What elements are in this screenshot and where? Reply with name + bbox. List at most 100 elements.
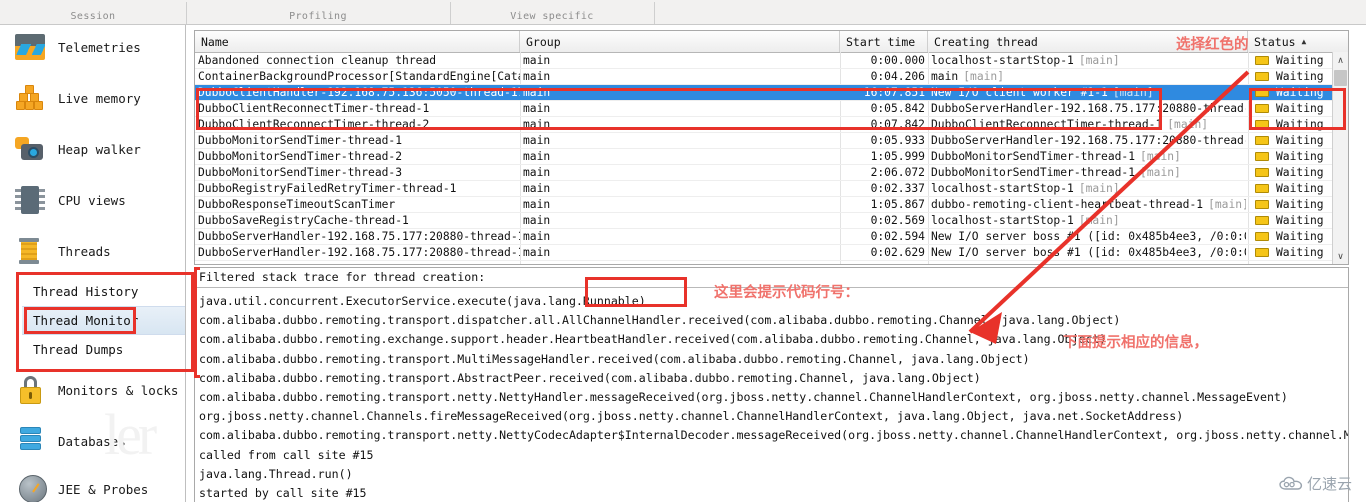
cell-thread-group: main [523, 246, 551, 259]
table-row[interactable]: DubboServerHandler-192.168.75.177:20880-… [195, 229, 1348, 245]
column-header-label: Status [1254, 34, 1296, 49]
stack-trace-line[interactable]: com.alibaba.dubbo.remoting.exchange.supp… [199, 330, 1106, 348]
annotation-line-number: 这里会提示代码行号： [714, 285, 859, 301]
stack-trace-line[interactable]: com.alibaba.dubbo.remoting.transport.net… [199, 426, 1348, 444]
stack-trace-line[interactable]: started by call site #15 [199, 484, 367, 502]
table-row[interactable]: DubboMonitorSendTimer-thread-3 main 2:06.0… [195, 165, 1348, 181]
stack-trace-line[interactable]: com.alibaba.dubbo.remoting.transport.net… [199, 388, 1288, 406]
jee-probes-icon [14, 472, 48, 502]
creating-thread-group: [main] [1140, 166, 1181, 179]
status-waiting-swatch-icon [1255, 184, 1269, 193]
sidebar-item-thread-history[interactable]: Thread History [22, 277, 185, 306]
table-row[interactable]: DubboMonitorSendTimer-thread-2 main 1:05.9… [195, 149, 1348, 165]
status-waiting-swatch-icon [1255, 104, 1269, 113]
monitors-locks-icon [14, 373, 48, 407]
sidebar-item-databases[interactable]: Databases [0, 416, 185, 466]
column-header-name[interactable]: Name [195, 31, 520, 52]
cell-thread-name: DubboServerHandler-192.168.75.177:20880-… [198, 230, 520, 243]
sidebar-item-thread-dumps[interactable]: Thread Dumps [22, 335, 185, 364]
sidebar-subitem-label: Thread History [33, 284, 139, 299]
sidebar-item-heap-walker[interactable]: Heap walker [0, 124, 185, 174]
creating-thread-name: DubboServerHandler-192.168.75.177:20880-… [931, 102, 1246, 115]
cell-start-time: 0:02.337 [870, 182, 925, 195]
toolbar-section-session[interactable]: Session [0, 0, 186, 24]
sidebar-item-telemetries[interactable]: Telemetries [0, 22, 185, 72]
status-label: Waiting [1276, 230, 1324, 243]
cell-creating-thread: main [main] [931, 69, 1246, 85]
cell-start-time: 1:05.999 [870, 150, 925, 163]
status-label: Waiting [1276, 214, 1324, 227]
cell-start-time: 0:02.594 [870, 230, 925, 243]
cell-thread-name: DubboClientReconnectTimer-thread-1 [198, 102, 430, 115]
creating-thread-group: [main] [1167, 118, 1209, 131]
cell-creating-thread: localhost-startStop-1 [main] [931, 213, 1246, 229]
sidebar-item-jee-probes[interactable]: JEE & Probes [0, 464, 185, 502]
toolbar-section-view-specific[interactable]: View specific [450, 0, 654, 24]
table-row[interactable]: DubboClientReconnectTimer-thread-1 main 0:… [195, 101, 1348, 117]
table-row[interactable]: DubboServerHandler-192.168.75.177:20880-… [195, 245, 1348, 261]
cell-thread-name: DubboServerHandler-192.168.75.177:20880-… [198, 246, 520, 259]
column-header-label: Name [201, 34, 229, 49]
cell-start-time: 0:05.933 [870, 134, 925, 147]
stack-trace-line[interactable]: com.alibaba.dubbo.remoting.transport.dis… [199, 311, 1120, 329]
stack-trace-line[interactable]: com.alibaba.dubbo.remoting.transport.Abs… [199, 369, 981, 387]
cell-thread-name: DubboMonitorSendTimer-thread-1 [198, 134, 403, 147]
ghost-watermark: ler [104, 402, 157, 467]
sidebar-item-threads[interactable]: Threads [0, 226, 185, 276]
scroll-down-icon[interactable]: ∨ [1333, 248, 1348, 264]
creating-thread-group: [main] [1208, 198, 1246, 211]
status-label: Waiting [1276, 246, 1324, 259]
annotation-select-red-status: 选择红色的 [1176, 37, 1249, 53]
status-label: Waiting [1276, 70, 1324, 83]
creating-thread-name: DubboClientReconnectTimer-thread-1 [931, 118, 1163, 131]
toolbar-section-profiling[interactable]: Profiling [186, 0, 450, 24]
sidebar-subitem-label: Thread Dumps [33, 342, 124, 357]
column-header-status[interactable]: Status ▲ [1248, 31, 1348, 52]
toolbar-separator [654, 2, 655, 24]
table-row[interactable]: DubboRegistryFailedRetryTimer-thread-1 ma… [195, 181, 1348, 197]
cell-status: Waiting [1251, 213, 1341, 229]
sidebar-item-monitors-locks[interactable]: Monitors & locks [0, 365, 185, 415]
creating-thread-group: [main] [963, 70, 1005, 83]
table-row[interactable]: Abandoned connection cleanup thread main 0… [195, 53, 1348, 69]
cell-creating-thread: DubboMonitorSendTimer-thread-1 [main] [931, 165, 1246, 181]
cell-thread-name: DubboClientHandler-192.168.75.136:5050-t… [198, 86, 520, 99]
threads-icon [14, 234, 48, 268]
cell-thread-group: main [523, 70, 551, 83]
cell-thread-name: DubboMonitorSendTimer-thread-3 [198, 166, 403, 179]
stack-trace-line[interactable]: java.util.concurrent.ExecutorService.exe… [199, 292, 646, 310]
cell-start-time: 0:02.569 [870, 214, 925, 227]
cell-creating-thread: New I/O server boss #1 ([id: 0x485b4ee3,… [931, 245, 1246, 261]
column-header-start-time[interactable]: Start time [840, 31, 928, 52]
cell-status: Waiting [1251, 229, 1341, 245]
column-header-group[interactable]: Group [520, 31, 840, 52]
column-header-label: Group [526, 34, 561, 49]
table-row[interactable]: DubboMonitorSendTimer-thread-1 main 0:05.9… [195, 133, 1348, 149]
scroll-up-icon[interactable]: ∧ [1333, 52, 1348, 68]
table-row[interactable]: DubboResponseTimeoutScanTimer main 1:05.86… [195, 197, 1348, 213]
creating-thread-name: localhost-startStop-1 [931, 54, 1074, 67]
cell-creating-thread: DubboClientReconnectTimer-thread-1 [main] [931, 117, 1246, 133]
cell-thread-name: DubboMonitorSendTimer-thread-2 [198, 150, 403, 163]
watermark-text: 亿速云 [1306, 475, 1352, 493]
cell-status: Waiting [1251, 101, 1341, 117]
cell-thread-group: main [523, 182, 551, 195]
sidebar-item-label: CPU views [58, 192, 126, 208]
sidebar-item-cpu-views[interactable]: CPU views [0, 175, 185, 225]
status-label: Waiting [1276, 134, 1324, 147]
table-vertical-scrollbar[interactable]: ∧ ∨ [1332, 52, 1348, 264]
scrollbar-thumb[interactable] [1334, 70, 1347, 86]
table-row[interactable]: DubboClientHandler-192.168.75.136:5050-t… [195, 85, 1348, 101]
table-row[interactable]: DubboClientReconnectTimer-thread-2 main 0:… [195, 117, 1348, 133]
sidebar-item-live-memory[interactable]: Live memory [0, 73, 185, 123]
sidebar-item-label: Threads [58, 243, 111, 259]
stack-trace-line[interactable]: called from call site #15 [199, 446, 374, 464]
table-row[interactable]: ContainerBackgroundProcessor[StandardEng… [195, 69, 1348, 85]
stack-trace-line[interactable]: com.alibaba.dubbo.remoting.transport.Mul… [199, 350, 1030, 368]
creating-thread-group: [main] [1112, 86, 1154, 99]
stack-trace-line[interactable]: java.lang.Thread.run() [199, 465, 353, 483]
sidebar-item-thread-monitor[interactable]: Thread Monitor [22, 306, 185, 335]
stack-trace-line[interactable]: org.jboss.netty.channel.Channels.fireMes… [199, 407, 1183, 425]
column-header-label: Creating thread [934, 34, 1038, 49]
table-row[interactable]: DubboSaveRegistryCache-thread-1 main 0:02.… [195, 213, 1348, 229]
